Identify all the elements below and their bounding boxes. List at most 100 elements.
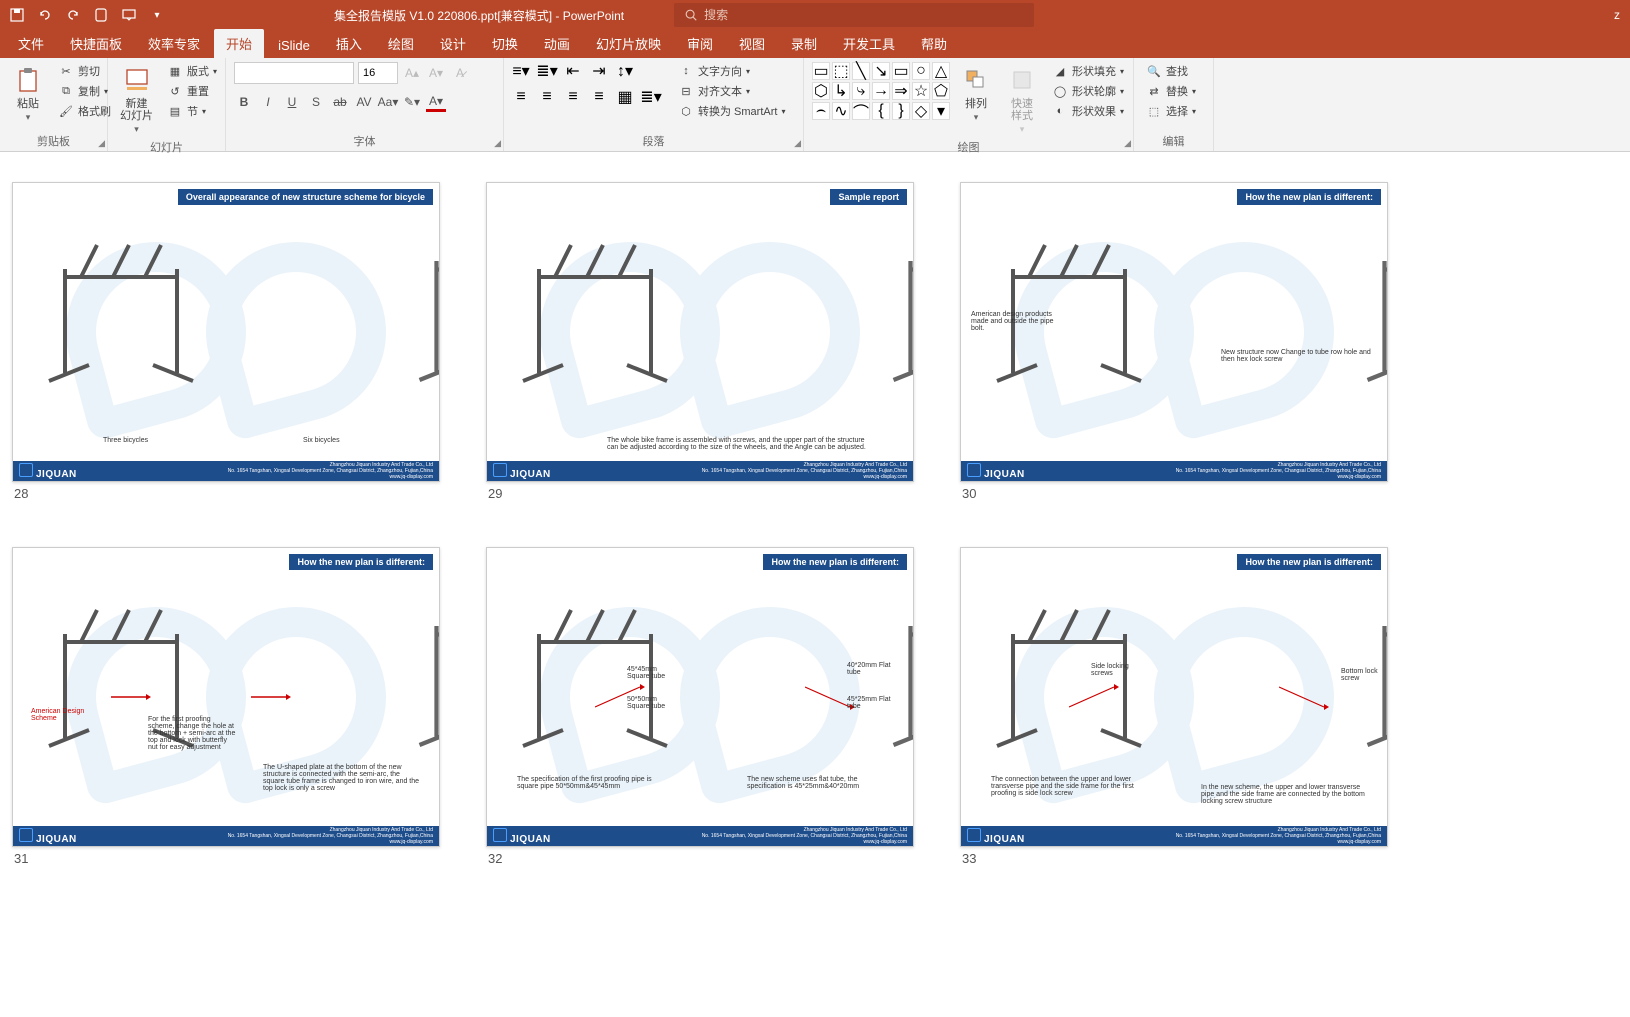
increase-indent-button[interactable]: ⇥ <box>590 62 608 80</box>
shape-cell[interactable]: ╲ <box>852 62 870 80</box>
shape-gallery[interactable]: ▭⬚╲↘▭○△ ⬡↳⤷→⇒☆⬠ ⌢∿⌒{}◇▾ <box>812 62 950 120</box>
find-button[interactable]: 🔍查找 <box>1142 62 1200 80</box>
tab-insert[interactable]: 插入 <box>324 29 374 58</box>
shape-cell[interactable]: ⬚ <box>832 62 850 80</box>
font-name-input[interactable] <box>234 62 354 84</box>
shape-outline-button[interactable]: ◯形状轮廓▾ <box>1048 82 1128 100</box>
clipboard-launcher[interactable]: ◢ <box>98 138 105 149</box>
tab-file[interactable]: 文件 <box>6 29 56 58</box>
strike-button[interactable]: ab <box>330 92 350 112</box>
shape-effects-button[interactable]: ◐形状效果▾ <box>1048 102 1128 120</box>
text-direction-button[interactable]: ↕文字方向▾ <box>674 62 789 80</box>
tab-transitions[interactable]: 切换 <box>480 29 530 58</box>
slide-sorter[interactable]: Overall appearance of new structure sche… <box>0 152 1630 1017</box>
justify-button[interactable]: ≡ <box>590 88 608 106</box>
shape-cell[interactable]: ↳ <box>832 82 850 100</box>
bold-button[interactable]: B <box>234 92 254 112</box>
italic-button[interactable]: I <box>258 92 278 112</box>
select-button[interactable]: ⬚选择▾ <box>1142 102 1200 120</box>
undo-icon[interactable] <box>36 6 54 24</box>
copy-button[interactable]: ⧉复制▾ <box>54 82 115 100</box>
tab-animations[interactable]: 动画 <box>532 29 582 58</box>
shape-cell[interactable]: ∿ <box>832 102 850 120</box>
tab-draw[interactable]: 绘图 <box>376 29 426 58</box>
new-slide-button[interactable]: 新建 幻灯片 ▾ <box>116 62 157 137</box>
arrange-button[interactable]: 排列 ▾ <box>956 62 996 125</box>
tab-record[interactable]: 录制 <box>779 29 829 58</box>
clear-format-icon[interactable]: A̷ <box>450 63 470 83</box>
search-input[interactable] <box>704 8 1024 22</box>
highlight-button[interactable]: ✎▾ <box>402 92 422 112</box>
shape-cell[interactable]: ⬠ <box>932 82 950 100</box>
tab-design[interactable]: 设计 <box>428 29 478 58</box>
slide-thumbnail[interactable]: How the new plan is different: Side lock… <box>960 547 1388 866</box>
slide-thumbnail[interactable]: Sample report The whole bike frame is as… <box>486 182 914 501</box>
tab-help[interactable]: 帮助 <box>909 29 959 58</box>
tab-efficiency[interactable]: 效率专家 <box>136 29 212 58</box>
shape-cell[interactable]: → <box>872 82 890 100</box>
slide-thumbnail[interactable]: How the new plan is different: 45*45mm S… <box>486 547 914 866</box>
case-button[interactable]: Aa▾ <box>378 92 398 112</box>
align-center-button[interactable]: ≡ <box>538 88 556 106</box>
tab-islide[interactable]: iSlide <box>266 33 322 58</box>
shape-cell[interactable]: } <box>892 102 910 120</box>
shape-cell[interactable]: ⌢ <box>812 102 830 120</box>
shape-cell[interactable]: △ <box>932 62 950 80</box>
decrease-font-icon[interactable]: A▾ <box>426 63 446 83</box>
qat-more-icon[interactable]: ▾ <box>148 6 166 24</box>
shape-cell[interactable]: ○ <box>912 62 930 80</box>
shape-cell[interactable]: ⤷ <box>852 82 870 100</box>
align-right-button[interactable]: ≡ <box>564 88 582 106</box>
spacing-button[interactable]: AV <box>354 92 374 112</box>
paste-button[interactable]: 粘贴 ▾ <box>8 62 48 125</box>
cut-button[interactable]: ✂剪切 <box>54 62 115 80</box>
shape-cell[interactable]: ◇ <box>912 102 930 120</box>
smartart-button[interactable]: ⬡转换为 SmartArt▾ <box>674 102 789 120</box>
font-color-button[interactable]: A▾ <box>426 92 446 112</box>
slide-thumbnail[interactable]: Overall appearance of new structure sche… <box>12 182 440 501</box>
tab-developer[interactable]: 开发工具 <box>831 29 907 58</box>
align-text-button[interactable]: ⊟对齐文本▾ <box>674 82 789 100</box>
tab-review[interactable]: 审阅 <box>675 29 725 58</box>
line-spacing-button[interactable]: ↕▾ <box>616 62 634 80</box>
font-size-input[interactable] <box>358 62 398 84</box>
redo-icon[interactable] <box>64 6 82 24</box>
increase-font-icon[interactable]: A▴ <box>402 63 422 83</box>
slideshow-icon[interactable] <box>120 6 138 24</box>
shape-cell[interactable]: ⬡ <box>812 82 830 100</box>
distribute-button[interactable]: ▦ <box>616 88 634 106</box>
tab-slideshow[interactable]: 幻灯片放映 <box>584 29 673 58</box>
tab-home[interactable]: 开始 <box>214 29 264 58</box>
shape-cell[interactable]: ↘ <box>872 62 890 80</box>
touch-mode-icon[interactable] <box>92 6 110 24</box>
bullets-button[interactable]: ≡▾ <box>512 62 530 80</box>
shadow-button[interactable]: S <box>306 92 326 112</box>
layout-button[interactable]: ▦版式▾ <box>163 62 221 80</box>
font-launcher[interactable]: ◢ <box>494 138 501 149</box>
shape-cell[interactable]: ⇒ <box>892 82 910 100</box>
shape-cell[interactable]: ▭ <box>812 62 830 80</box>
slide-thumbnail[interactable]: How the new plan is different: American … <box>12 547 440 866</box>
underline-button[interactable]: U <box>282 92 302 112</box>
columns-button[interactable]: ≣▾ <box>642 88 660 106</box>
drawing-launcher[interactable]: ◢ <box>1124 138 1131 149</box>
reset-button[interactable]: ↺重置 <box>163 82 221 100</box>
search-box[interactable] <box>674 3 1034 27</box>
numbering-button[interactable]: ≣▾ <box>538 62 556 80</box>
shape-cell[interactable]: ☆ <box>912 82 930 100</box>
shape-cell[interactable]: ▭ <box>892 62 910 80</box>
slide-thumbnail[interactable]: How the new plan is different: American … <box>960 182 1388 501</box>
shape-cell[interactable]: ▾ <box>932 102 950 120</box>
tab-quick-panel[interactable]: 快捷面板 <box>58 29 134 58</box>
quick-styles-button[interactable]: 快速样式 ▾ <box>1002 62 1042 137</box>
shape-cell[interactable]: { <box>872 102 890 120</box>
align-left-button[interactable]: ≡ <box>512 88 530 106</box>
replace-button[interactable]: ⇄替换▾ <box>1142 82 1200 100</box>
shape-cell[interactable]: ⌒ <box>852 102 870 120</box>
save-icon[interactable] <box>8 6 26 24</box>
paragraph-launcher[interactable]: ◢ <box>794 138 801 149</box>
section-button[interactable]: ▤节▾ <box>163 102 221 120</box>
format-painter-button[interactable]: 🖌格式刷 <box>54 102 115 120</box>
decrease-indent-button[interactable]: ⇤ <box>564 62 582 80</box>
shape-fill-button[interactable]: ◢形状填充▾ <box>1048 62 1128 80</box>
